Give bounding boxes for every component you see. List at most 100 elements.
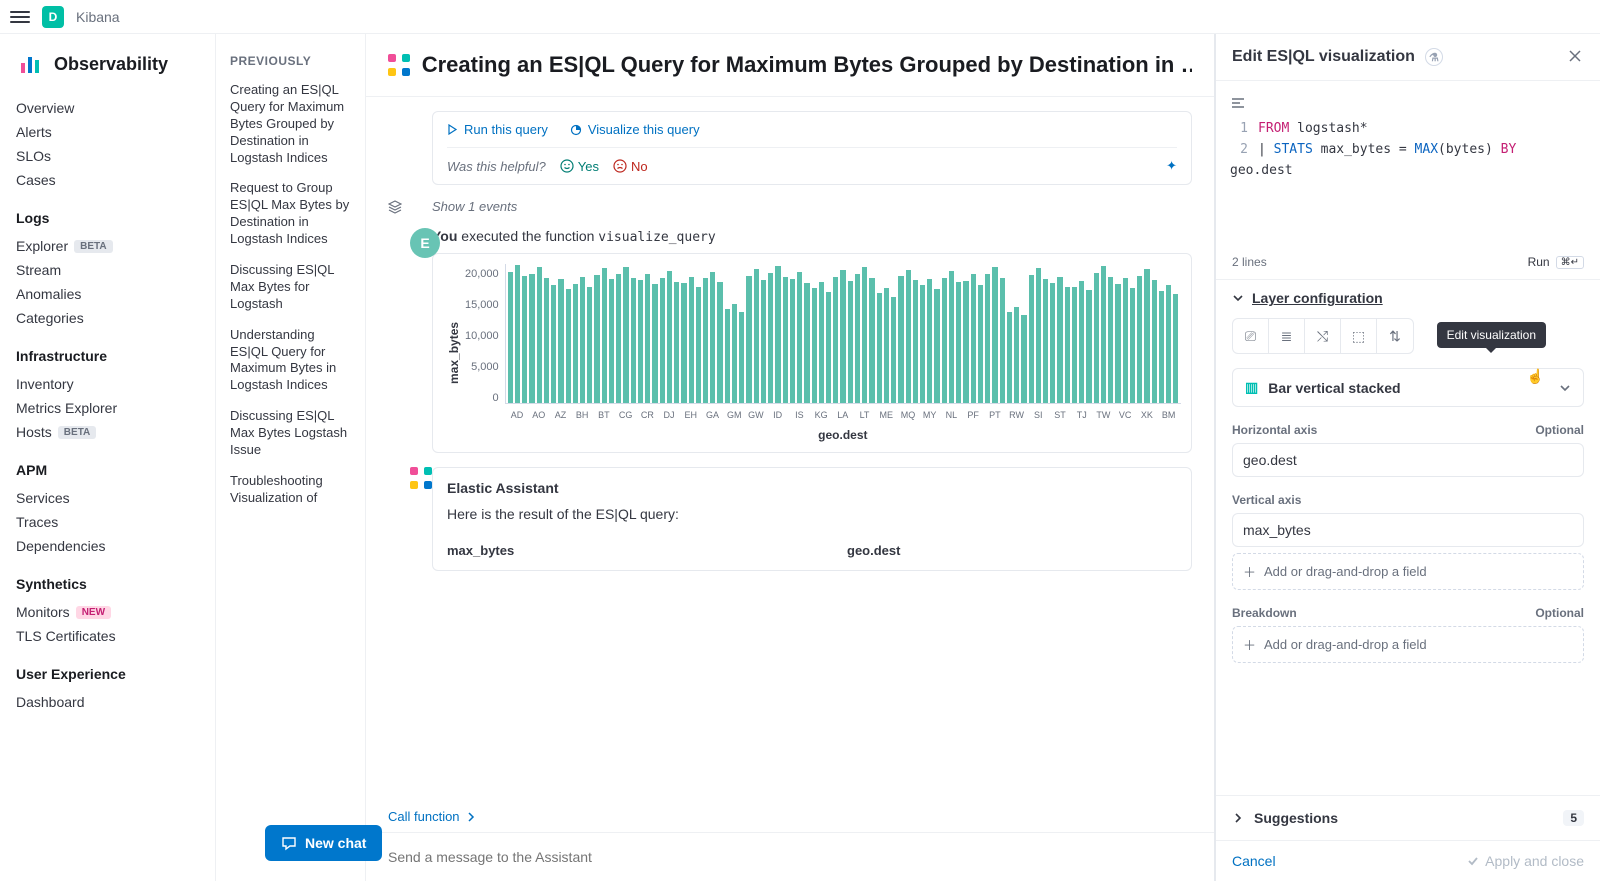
chart-card: max_bytes 20,00015,00010,0005,0000 ADAOA… xyxy=(432,253,1192,453)
breadcrumb[interactable]: Kibana xyxy=(76,9,120,25)
bar xyxy=(1166,285,1171,403)
bar xyxy=(537,267,542,403)
history-item[interactable]: Creating an ES|QL Query for Maximum Byte… xyxy=(230,82,351,166)
bar xyxy=(544,278,549,403)
x-axis-ticks: ADAOAZBHBTCGCRDJEHGAGMGWIDISKGLALTMEMQMY… xyxy=(505,410,1181,420)
feedback-yes-button[interactable]: Yes xyxy=(560,159,599,174)
nav-item-categories[interactable]: Categories xyxy=(16,306,205,330)
bar xyxy=(768,273,773,403)
bar xyxy=(594,275,599,403)
x-axis-label: geo.dest xyxy=(505,428,1181,442)
hamburger-icon[interactable] xyxy=(10,7,30,27)
history-item[interactable]: Understanding ES|QL Query for Maximum By… xyxy=(230,327,351,395)
chat-input[interactable] xyxy=(388,849,1192,865)
nav-group-logs: Logs xyxy=(16,210,205,226)
tool-color-icon[interactable]: ⬚ xyxy=(1341,319,1377,353)
h-axis-label: Horizontal axis xyxy=(1232,423,1317,437)
bar xyxy=(913,280,918,403)
plus-icon: ＋ xyxy=(1243,562,1256,581)
nav-item-stream[interactable]: Stream xyxy=(16,258,205,282)
close-icon[interactable] xyxy=(1568,49,1584,65)
run-query-button[interactable]: Run this query xyxy=(447,122,548,137)
tool-random-icon[interactable]: ⤭ xyxy=(1305,319,1341,353)
nav-item-tls-certificates[interactable]: TLS Certificates xyxy=(16,624,205,648)
nav-item-anomalies[interactable]: Anomalies xyxy=(16,282,205,306)
run-button[interactable]: Run ⌘↵ xyxy=(1528,255,1584,269)
page-title: Creating an ES|QL Query for Maximum Byte… xyxy=(422,52,1192,78)
layer-config-toggle[interactable]: Layer configuration xyxy=(1232,290,1584,306)
bar xyxy=(1007,312,1012,403)
nav-item-cases[interactable]: Cases xyxy=(16,168,205,192)
nav-item-alerts[interactable]: Alerts xyxy=(16,120,205,144)
bar xyxy=(848,281,853,403)
run-query-label: Run this query xyxy=(464,122,548,137)
bar xyxy=(1094,273,1099,403)
bar xyxy=(978,285,983,403)
bar xyxy=(717,282,722,403)
history-item[interactable]: Request to Group ES|QL Max Bytes by Dest… xyxy=(230,180,351,248)
user-avatar: E xyxy=(410,228,440,258)
wrap-lines-icon[interactable] xyxy=(1230,95,1246,111)
cancel-button[interactable]: Cancel xyxy=(1232,853,1276,869)
chevron-down-icon xyxy=(1559,382,1571,394)
suggestions-count: 5 xyxy=(1563,810,1584,826)
nav-item-overview[interactable]: Overview xyxy=(16,96,205,120)
history-item[interactable]: Troubleshooting Visualization of xyxy=(230,473,351,507)
h-axis-field[interactable]: geo.dest xyxy=(1232,443,1584,477)
new-chat-button[interactable]: New chat xyxy=(265,825,382,861)
nav-item-monitors[interactable]: MonitorsNEW xyxy=(16,600,205,624)
bar xyxy=(761,280,766,403)
bar xyxy=(710,272,715,403)
bar xyxy=(1159,291,1164,403)
user-action-line: You executed the function visualize_quer… xyxy=(432,228,1192,245)
nav-item-traces[interactable]: Traces xyxy=(16,510,205,534)
show-events-link[interactable]: Show 1 events xyxy=(432,199,517,214)
v-axis-add-field[interactable]: ＋Add or drag-and-drop a field xyxy=(1232,553,1584,590)
v-axis-field[interactable]: max_bytes xyxy=(1232,513,1584,547)
nav-item-metrics-explorer[interactable]: Metrics Explorer xyxy=(16,396,205,420)
nav-item-explorer[interactable]: ExplorerBETA xyxy=(16,234,205,258)
bar xyxy=(949,271,954,403)
tool-clear-icon[interactable]: ⎚ xyxy=(1233,319,1269,353)
history-heading: PREVIOUSLY xyxy=(230,54,351,68)
nav-item-services[interactable]: Services xyxy=(16,486,205,510)
observability-icon xyxy=(16,50,44,78)
bar xyxy=(826,292,831,403)
bar xyxy=(1029,275,1034,403)
bar xyxy=(862,267,867,403)
tool-swap-icon[interactable]: ⇅ xyxy=(1377,319,1413,353)
badge-new: NEW xyxy=(76,606,111,619)
bar xyxy=(638,280,643,403)
bar xyxy=(645,274,650,403)
nav-item-hosts[interactable]: HostsBETA xyxy=(16,420,205,444)
history-item[interactable]: Discussing ES|QL Max Bytes Logstash Issu… xyxy=(230,408,351,459)
bar xyxy=(1079,281,1084,403)
bar xyxy=(652,284,657,403)
visualize-query-button[interactable]: Visualize this query xyxy=(570,122,700,137)
nav-item-inventory[interactable]: Inventory xyxy=(16,372,205,396)
apply-and-close-button[interactable]: Apply and close xyxy=(1467,853,1584,869)
chart-bars xyxy=(505,264,1181,404)
nav-item-dependencies[interactable]: Dependencies xyxy=(16,534,205,558)
bar xyxy=(681,283,686,403)
suggestions-toggle[interactable]: Suggestions 5 xyxy=(1216,795,1600,840)
bar xyxy=(529,274,534,403)
tool-sort-icon[interactable]: ≣ xyxy=(1269,319,1305,353)
bar xyxy=(1021,315,1026,403)
bar xyxy=(1050,283,1055,403)
plus-icon: ＋ xyxy=(1243,635,1256,654)
bar xyxy=(833,277,838,403)
call-function-button[interactable]: Call function xyxy=(388,809,1214,824)
space-avatar[interactable]: D xyxy=(42,6,64,28)
sparkle-icon[interactable]: ✦ xyxy=(1166,158,1177,174)
bar xyxy=(551,285,556,403)
breakdown-add-field[interactable]: ＋Add or drag-and-drop a field xyxy=(1232,626,1584,663)
bar xyxy=(790,279,795,403)
feedback-no-button[interactable]: No xyxy=(613,159,648,174)
esql-editor[interactable]: 1FROM logstash* 2| STATS max_bytes = MAX… xyxy=(1230,119,1586,181)
history-item[interactable]: Discussing ES|QL Max Bytes for Logstash xyxy=(230,262,351,313)
nav-item-slos[interactable]: SLOs xyxy=(16,144,205,168)
nav-item-dashboard[interactable]: Dashboard xyxy=(16,690,205,714)
bar xyxy=(1137,276,1142,403)
bar xyxy=(580,277,585,403)
